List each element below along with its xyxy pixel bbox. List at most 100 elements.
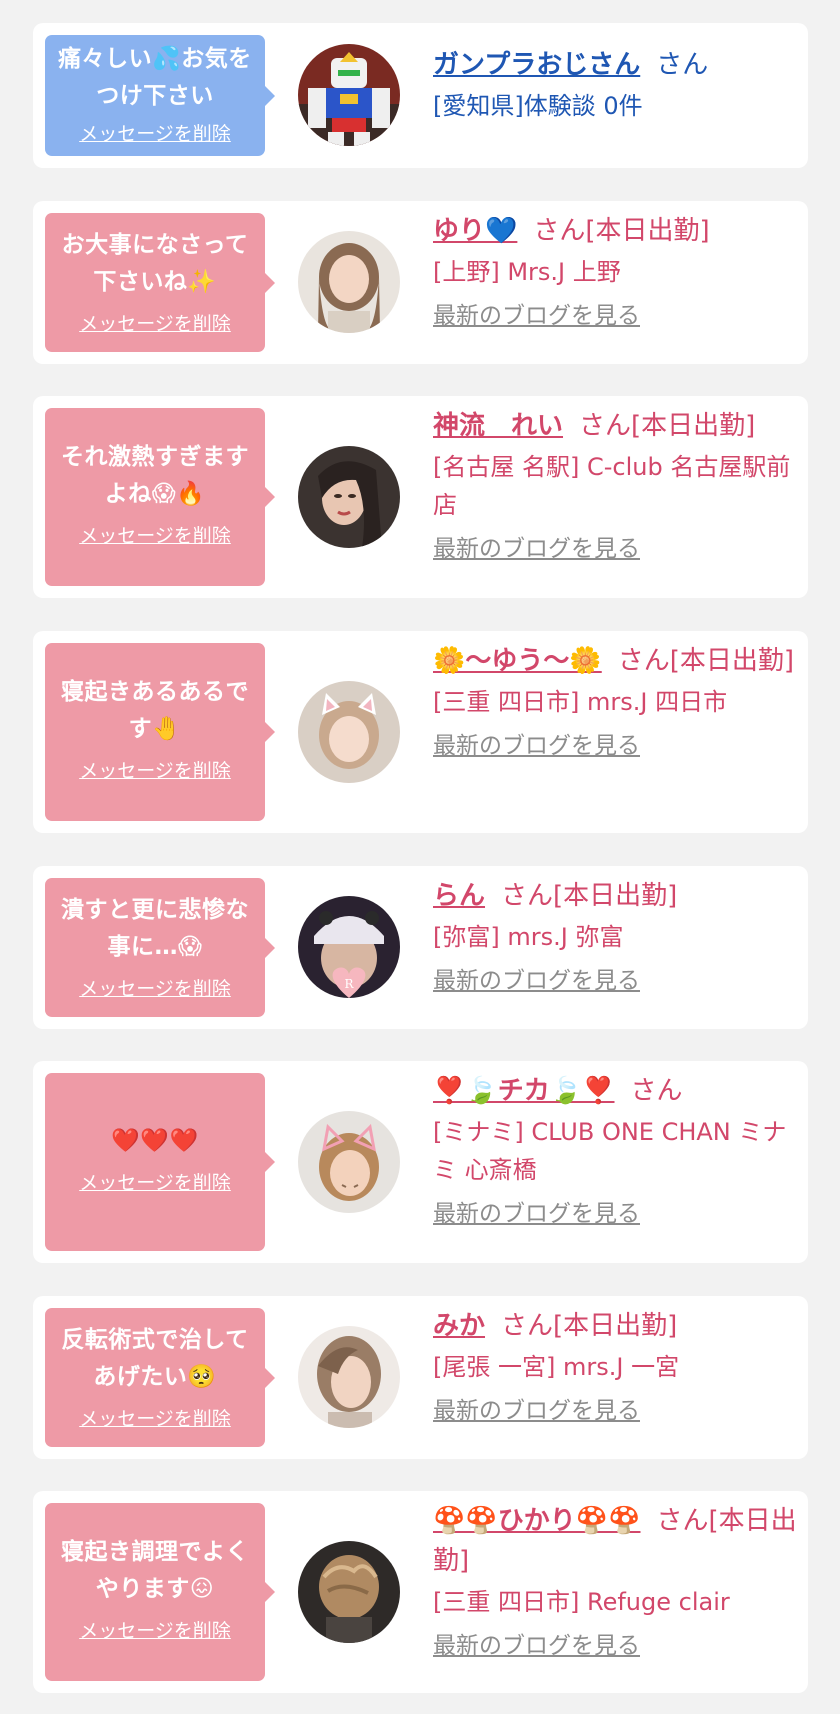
profile-name-link[interactable]: 🍄🍄ひかり🍄🍄 <box>433 1506 641 1536</box>
message-card: 寝起き調理でよく やります😖 メッセージを削除 🍄🍄ひかり🍄🍄 さん[本日出勤] … <box>33 1491 808 1693</box>
cat-ears-avatar-icon <box>298 681 400 783</box>
message-text-line: ❤️❤️❤️ <box>111 1128 199 1154</box>
avatar[interactable] <box>298 681 400 783</box>
message-text-line: お大事になさって <box>61 232 249 258</box>
latest-blog-link[interactable]: 最新のブログを見る <box>433 1195 640 1233</box>
avatar[interactable] <box>298 1541 400 1643</box>
message-text-line: あげたい🥺 <box>93 1364 217 1390</box>
profile-name-link[interactable]: らん <box>433 881 485 911</box>
name-suffix: さん <box>656 50 709 80</box>
profile-name-link[interactable]: ❣️🍃チカ🍃❣️ <box>433 1076 615 1106</box>
latest-blog-link[interactable]: 最新のブログを見る <box>433 297 640 335</box>
message-bubble: ❤️❤️❤️ メッセージを削除 <box>45 1073 275 1251</box>
profile-info: 神流 れい さん[本日出勤] [名古屋 名駅] C-club 名古屋駅前店 最新の… <box>433 406 798 568</box>
message-list: 痛々しい💦お気を つけ下さい メッセージを削除 ガンプラおじさん さん [愛知県… <box>0 0 840 1714</box>
profile-info: 🍄🍄ひかり🍄🍄 さん[本日出勤] [三重 四日市] Refuge clair 最新… <box>433 1501 798 1665</box>
avatar[interactable] <box>298 1326 400 1428</box>
message-text-line: つけ下さい <box>96 83 214 109</box>
message-card: お大事になさって 下さいね✨ メッセージを削除 ゆり💙 さん[本日出勤] [上野]… <box>33 201 808 364</box>
message-text-line: 反転術式で治して <box>61 1327 249 1353</box>
profile-info: らん さん[本日出勤] [弥富] mrs.J 弥富 最新のブログを見る <box>433 876 798 1000</box>
name-suffix: さん[本日出勤] <box>617 646 795 676</box>
shop-text: [三重 四日市] Refuge clair <box>433 1588 730 1616</box>
profile-name-link[interactable]: みか <box>433 1311 485 1341</box>
shop-text: [上野] Mrs.J 上野 <box>433 258 621 286</box>
message-bubble: お大事になさって 下さいね✨ メッセージを削除 <box>45 213 275 352</box>
profile-info: みか さん[本日出勤] [尾張 一宮] mrs.J 一宮 最新のブログを見る <box>433 1306 798 1430</box>
delete-message-link[interactable]: メッセージを削除 <box>79 974 231 1001</box>
name-suffix: さん[本日出勤] <box>579 411 756 441</box>
avatar[interactable] <box>298 44 400 146</box>
avatar[interactable]: R <box>298 896 400 998</box>
name-line: ゆり💙 さん[本日出勤] <box>433 211 798 251</box>
latest-blog-link[interactable]: 最新のブログを見る <box>433 727 640 765</box>
name-line: 🌼〜ゆう〜🌼 さん[本日出勤] <box>433 641 798 681</box>
delete-message-link[interactable]: メッセージを削除 <box>79 119 231 146</box>
shop-text: [弥富] mrs.J 弥富 <box>433 923 624 951</box>
woman-avatar-icon <box>298 231 400 333</box>
name-suffix: さん[本日出勤] <box>533 216 710 246</box>
back-of-head-avatar-icon <box>298 1541 400 1643</box>
shop-text: [三重 四日市] mrs.J 四日市 <box>433 688 728 716</box>
woman-avatar-icon <box>298 446 400 548</box>
shop-text: [ミナミ] CLUB ONE CHAN ミナミ 心斎橋 <box>433 1118 787 1184</box>
delete-message-link[interactable]: メッセージを削除 <box>79 521 231 548</box>
message-text-line: 事に…😱 <box>107 934 203 960</box>
latest-blog-link[interactable]: 最新のブログを見る <box>433 962 640 1000</box>
message-text-line: それ激熱すぎます <box>61 444 249 470</box>
svg-text:R: R <box>344 977 354 991</box>
profile-info: ゆり💙 さん[本日出勤] [上野] Mrs.J 上野 最新のブログを見る <box>433 211 798 335</box>
shop-text: [愛知県]体験談 0件 <box>433 92 643 120</box>
profile-name-link[interactable]: 神流 れい <box>433 411 563 441</box>
name-line: 神流 れい さん[本日出勤] <box>433 406 798 446</box>
delete-message-link[interactable]: メッセージを削除 <box>79 1168 231 1195</box>
message-card: 反転術式で治して あげたい🥺 メッセージを削除 みか さん[本日出勤] [尾張 一… <box>33 1296 808 1459</box>
cat-ears-avatar-icon <box>298 1111 400 1213</box>
hat-avatar-icon: R <box>298 896 400 998</box>
profile-info: ガンプラおじさん さん [愛知県]体験談 0件 <box>433 45 798 125</box>
latest-blog-link[interactable]: 最新のブログを見る <box>433 1627 640 1665</box>
message-text-line: 下さいね✨ <box>93 269 217 295</box>
message-bubble: 反転術式で治して あげたい🥺 メッセージを削除 <box>45 1308 275 1447</box>
profile-name-link[interactable]: 🌼〜ゆう〜🌼 <box>433 646 602 676</box>
message-card: 寝起きあるあるで す🤚 メッセージを削除 🌼〜ゆう〜🌼 さん[本日出勤] [三重 … <box>33 631 808 833</box>
message-text-line: 寝起きあるあるで <box>61 679 249 705</box>
delete-message-link[interactable]: メッセージを削除 <box>79 1404 231 1431</box>
profile-info: 🌼〜ゆう〜🌼 さん[本日出勤] [三重 四日市] mrs.J 四日市 最新のブログ… <box>433 641 798 765</box>
name-line: 🍄🍄ひかり🍄🍄 さん[本日出勤] <box>433 1501 798 1581</box>
message-bubble: 潰すと更に悲惨な 事に…😱 メッセージを削除 <box>45 878 275 1017</box>
delete-message-link[interactable]: メッセージを削除 <box>79 309 231 336</box>
message-text-line: 痛々しい💦お気を <box>58 46 252 72</box>
shop-text: [尾張 一宮] mrs.J 一宮 <box>433 1353 680 1381</box>
woman-avatar-icon <box>298 1326 400 1428</box>
name-suffix: さん[本日出勤] <box>501 1311 678 1341</box>
profile-info: ❣️🍃チカ🍃❣️ さん [ミナミ] CLUB ONE CHAN ミナミ 心斎橋 最… <box>433 1071 798 1233</box>
avatar[interactable] <box>298 446 400 548</box>
avatar[interactable] <box>298 1111 400 1213</box>
shop-text: [名古屋 名駅] C-club 名古屋駅前店 <box>433 453 791 519</box>
message-bubble: 寝起き調理でよく やります😖 メッセージを削除 <box>45 1503 275 1681</box>
message-text-line: 潰すと更に悲惨な <box>61 897 249 923</box>
gundam-avatar-icon <box>298 44 400 146</box>
message-card: ❤️❤️❤️ メッセージを削除 ❣️🍃チカ🍃❣️ さん [ミナミ] CLUB ON… <box>33 1061 808 1263</box>
delete-message-link[interactable]: メッセージを削除 <box>79 756 231 783</box>
name-suffix: さん[本日出勤] <box>501 881 678 911</box>
delete-message-link[interactable]: メッセージを削除 <box>79 1616 231 1643</box>
profile-name-link[interactable]: ガンプラおじさん <box>433 50 640 80</box>
name-line: ガンプラおじさん さん <box>433 45 798 85</box>
avatar[interactable] <box>298 231 400 333</box>
latest-blog-link[interactable]: 最新のブログを見る <box>433 530 640 568</box>
name-line: ❣️🍃チカ🍃❣️ さん <box>433 1071 798 1111</box>
name-line: らん さん[本日出勤] <box>433 876 798 916</box>
name-suffix: さん <box>630 1076 683 1106</box>
latest-blog-link[interactable]: 最新のブログを見る <box>433 1392 640 1430</box>
message-bubble: 寝起きあるあるで す🤚 メッセージを削除 <box>45 643 275 821</box>
message-text-line: よね😱🔥 <box>104 481 206 507</box>
message-text-line: す🤚 <box>128 716 182 742</box>
message-text-line: 寝起き調理でよく <box>61 1539 249 1565</box>
message-card: それ激熱すぎます よね😱🔥 メッセージを削除 神流 れい さん[本日出勤] [名古… <box>33 396 808 598</box>
message-card: 痛々しい💦お気を つけ下さい メッセージを削除 ガンプラおじさん さん [愛知県… <box>33 23 808 168</box>
profile-name-link[interactable]: ゆり💙 <box>433 216 517 246</box>
message-bubble: 痛々しい💦お気を つけ下さい メッセージを削除 <box>45 35 275 156</box>
message-bubble: それ激熱すぎます よね😱🔥 メッセージを削除 <box>45 408 275 586</box>
